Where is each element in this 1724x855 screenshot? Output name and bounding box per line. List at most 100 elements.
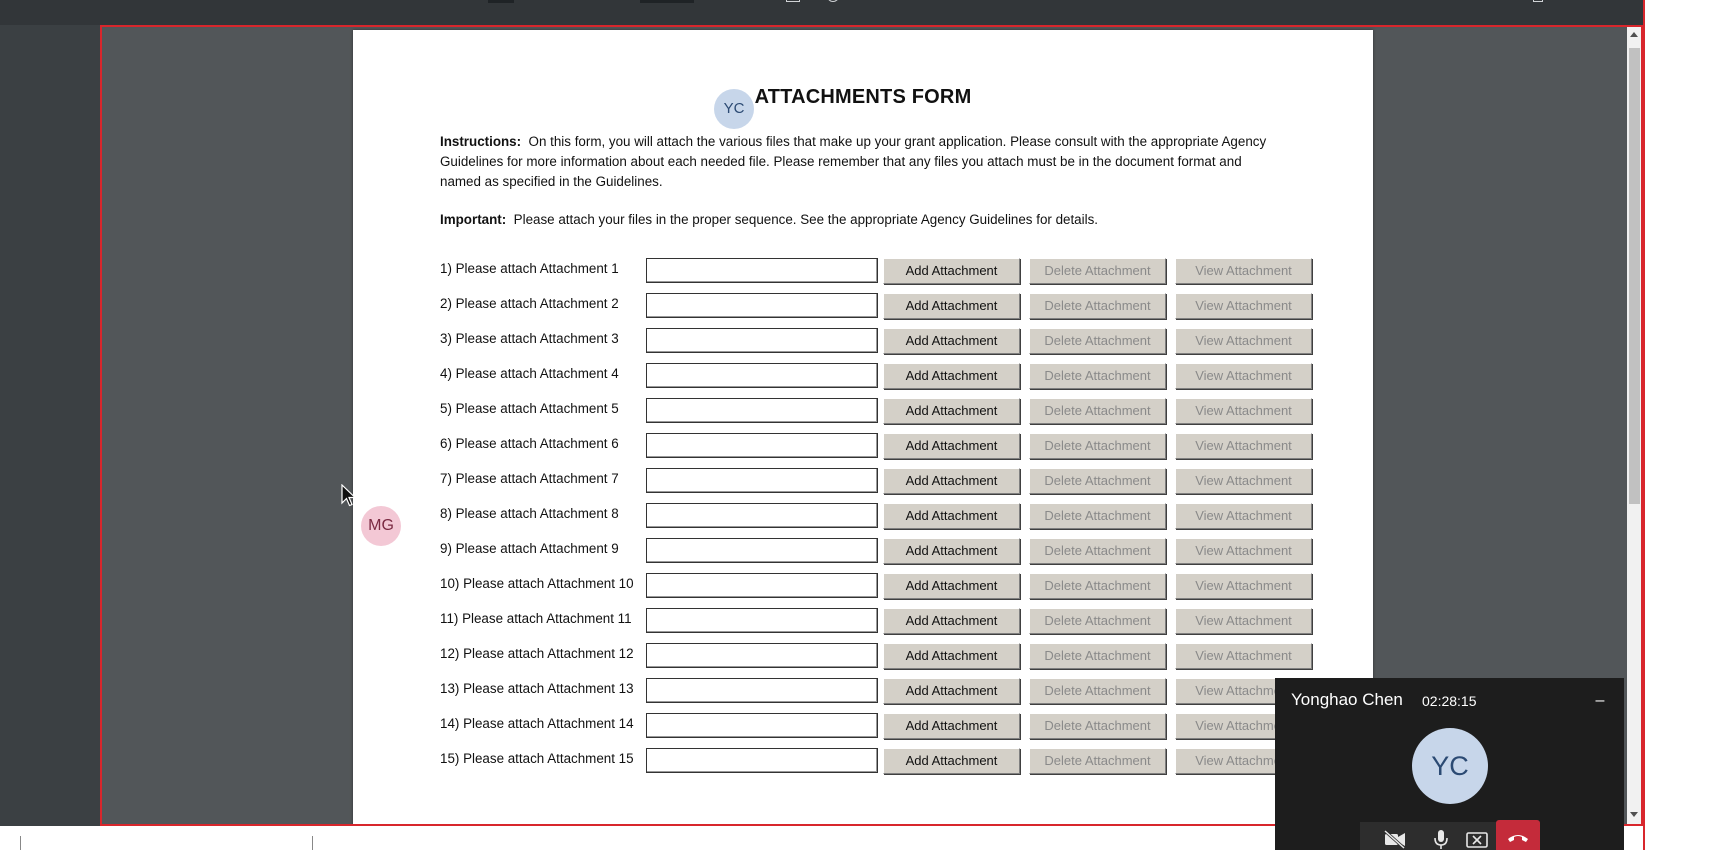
participant-avatar-yc: YC: [714, 89, 754, 129]
end-call-button[interactable]: [1496, 820, 1540, 850]
add-attachment-button-1[interactable]: Add Attachment: [883, 258, 1020, 284]
microphone-icon[interactable]: [1426, 826, 1456, 850]
add-attachment-button-5[interactable]: Add Attachment: [883, 398, 1020, 424]
view-attachment-button-6: View Attachment: [1175, 433, 1312, 459]
view-attachment-button-10: View Attachment: [1175, 573, 1312, 599]
important-label: Important:: [440, 212, 507, 227]
attachment-filename-field-3[interactable]: [646, 328, 878, 353]
delete-attachment-button-10: Delete Attachment: [1029, 573, 1166, 599]
view-attachment-button-3: View Attachment: [1175, 328, 1312, 354]
attachment-label-13: 13) Please attach Attachment 13: [440, 681, 634, 696]
screen-share-edge: [1643, 0, 1645, 850]
fit-page-icon[interactable]: [786, 0, 800, 2]
taskbar-divider: [20, 836, 21, 850]
attachment-filename-field-13[interactable]: [646, 678, 878, 703]
attachment-filename-field-8[interactable]: [646, 503, 878, 528]
attachment-label-7: 7) Please attach Attachment 7: [440, 471, 619, 486]
delete-attachment-button-11: Delete Attachment: [1029, 608, 1166, 634]
attachment-filename-field-1[interactable]: [646, 258, 878, 283]
add-attachment-button-14[interactable]: Add Attachment: [883, 713, 1020, 739]
attachment-filename-field-5[interactable]: [646, 398, 878, 423]
attachment-label-1: 1) Please attach Attachment 1: [440, 261, 619, 276]
delete-attachment-button-13: Delete Attachment: [1029, 678, 1166, 704]
scroll-up-icon[interactable]: [1630, 32, 1638, 37]
taskbar-divider: [312, 836, 313, 850]
attachment-label-4: 4) Please attach Attachment 4: [440, 366, 619, 381]
add-attachment-button-2[interactable]: Add Attachment: [883, 293, 1020, 319]
caller-avatar: YC: [1412, 728, 1488, 804]
attachment-label-12: 12) Please attach Attachment 12: [440, 646, 634, 661]
attachment-label-8: 8) Please attach Attachment 8: [440, 506, 619, 521]
scrollbar-thumb[interactable]: [1629, 48, 1640, 504]
attachment-filename-field-4[interactable]: [646, 363, 878, 388]
delete-attachment-button-5: Delete Attachment: [1029, 398, 1166, 424]
attachment-label-3: 3) Please attach Attachment 3: [440, 331, 619, 346]
add-attachment-button-8[interactable]: Add Attachment: [883, 503, 1020, 529]
delete-attachment-button-7: Delete Attachment: [1029, 468, 1166, 494]
delete-attachment-button-6: Delete Attachment: [1029, 433, 1166, 459]
view-attachment-button-12: View Attachment: [1175, 643, 1312, 669]
view-attachment-button-5: View Attachment: [1175, 398, 1312, 424]
scroll-down-icon[interactable]: [1630, 812, 1638, 817]
add-attachment-button-9[interactable]: Add Attachment: [883, 538, 1020, 564]
delete-attachment-button-4: Delete Attachment: [1029, 363, 1166, 389]
attachment-filename-field-11[interactable]: [646, 608, 878, 633]
attachment-filename-field-2[interactable]: [646, 293, 878, 318]
call-timer: 02:28:15: [1422, 693, 1477, 709]
screen-share-stop-icon[interactable]: [1462, 826, 1492, 850]
end-call-icon: [1508, 835, 1528, 842]
attachment-filename-field-10[interactable]: [646, 573, 878, 598]
important-paragraph: Important: Please attach your files in t…: [440, 210, 1270, 230]
attachment-label-10: 10) Please attach Attachment 10: [440, 576, 634, 591]
attachment-filename-field-12[interactable]: [646, 643, 878, 668]
add-attachment-button-15[interactable]: Add Attachment: [883, 748, 1020, 774]
instructions-label: Instructions:: [440, 134, 522, 149]
delete-attachment-button-14: Delete Attachment: [1029, 713, 1166, 739]
delete-attachment-button-9: Delete Attachment: [1029, 538, 1166, 564]
view-attachment-button-7: View Attachment: [1175, 468, 1312, 494]
viewer-left-panel: [0, 25, 100, 826]
instructions-paragraph: Instructions: On this form, you will att…: [440, 132, 1270, 192]
viewer-toolbar: [0, 0, 1645, 25]
camera-off-icon[interactable]: [1380, 826, 1410, 850]
attachment-label-6: 6) Please attach Attachment 6: [440, 436, 619, 451]
add-attachment-button-11[interactable]: Add Attachment: [883, 608, 1020, 634]
toolbar-zoom-field[interactable]: [640, 0, 694, 3]
attachment-filename-field-7[interactable]: [646, 468, 878, 493]
add-attachment-button-10[interactable]: Add Attachment: [883, 573, 1020, 599]
view-attachment-button-8: View Attachment: [1175, 503, 1312, 529]
mouse-cursor-icon: [341, 484, 357, 507]
attachment-label-14: 14) Please attach Attachment 14: [440, 716, 634, 731]
attachment-filename-field-9[interactable]: [646, 538, 878, 563]
attachment-label-2: 2) Please attach Attachment 2: [440, 296, 619, 311]
minimize-button[interactable]: –: [1590, 692, 1610, 710]
delete-attachment-button-2: Delete Attachment: [1029, 293, 1166, 319]
delete-attachment-button-3: Delete Attachment: [1029, 328, 1166, 354]
view-attachment-button-9: View Attachment: [1175, 538, 1312, 564]
attachment-filename-field-15[interactable]: [646, 748, 878, 773]
view-attachment-button-11: View Attachment: [1175, 608, 1312, 634]
view-attachment-button-4: View Attachment: [1175, 363, 1312, 389]
add-attachment-button-6[interactable]: Add Attachment: [883, 433, 1020, 459]
participant-avatar-mg: MG: [361, 506, 401, 546]
view-attachment-button-1: View Attachment: [1175, 258, 1312, 284]
toolbar-field-mark[interactable]: [488, 0, 514, 3]
instructions-text: On this form, you will attach the variou…: [440, 134, 1267, 189]
attachment-label-15: 15) Please attach Attachment 15: [440, 751, 634, 766]
caller-name: Yonghao Chen: [1291, 690, 1403, 709]
delete-attachment-button-12: Delete Attachment: [1029, 643, 1166, 669]
add-attachment-button-13[interactable]: Add Attachment: [883, 678, 1020, 704]
add-attachment-button-7[interactable]: Add Attachment: [883, 468, 1020, 494]
add-attachment-button-12[interactable]: Add Attachment: [883, 643, 1020, 669]
add-attachment-button-3[interactable]: Add Attachment: [883, 328, 1020, 354]
attachment-filename-field-14[interactable]: [646, 713, 878, 738]
attachment-label-11: 11) Please attach Attachment 11: [440, 611, 632, 626]
important-text: Please attach your files in the proper s…: [513, 212, 1098, 227]
attachment-label-5: 5) Please attach Attachment 5: [440, 401, 619, 416]
rotate-icon[interactable]: [827, 0, 839, 2]
add-attachment-button-4[interactable]: Add Attachment: [883, 363, 1020, 389]
form-title: ATTACHMENTS FORM: [754, 86, 972, 108]
delete-attachment-button-15: Delete Attachment: [1029, 748, 1166, 774]
download-icon[interactable]: [1533, 0, 1543, 2]
attachment-filename-field-6[interactable]: [646, 433, 878, 458]
